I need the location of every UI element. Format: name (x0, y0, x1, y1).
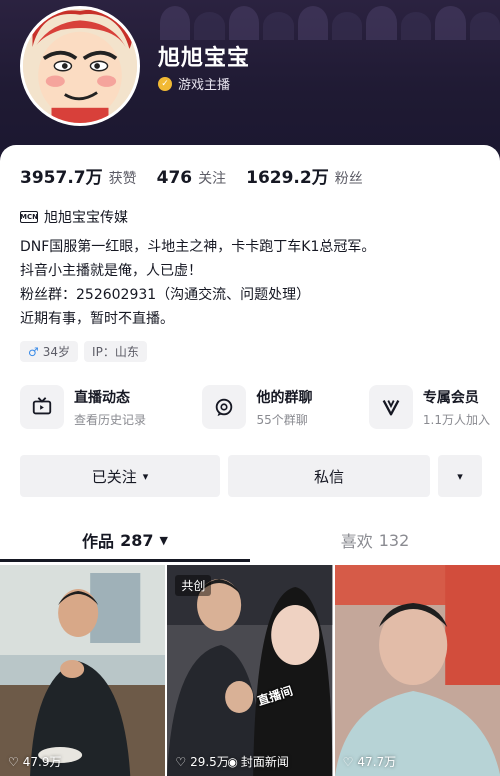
feature-live-history[interactable]: 直播动态 查看历史记录 (20, 385, 146, 429)
caret-down-icon: ▾ (457, 469, 463, 483)
bio-line: 粉丝群：252602931（沟通交流、问题处理） (20, 287, 311, 303)
feature-membership[interactable]: 专属会员 1.1万人加入 (368, 385, 490, 429)
verified-check-icon: ✓ (158, 76, 172, 91)
stats-row: 3957.7万 获赞 476 关注 1629.2万 粉丝 (20, 163, 363, 188)
heart-icon: ♡ (8, 754, 19, 769)
watermark-text: 封面新闻 (240, 755, 289, 769)
followed-button[interactable]: 已关注 ▾ (20, 455, 220, 497)
video-likes-count: 47.9万 (22, 755, 62, 769)
caret-down-icon: ▾ (142, 469, 149, 483)
weibo-logo-icon: ◉ (227, 754, 238, 769)
video-cover-image (167, 565, 333, 776)
video-grid: ♡ 47.9万 共创 直播间 ♡ 29.5万 ◉ 封面新闻 ♡ 47.7万 (0, 565, 500, 776)
feature-title: 他的群聊 (256, 389, 313, 406)
tab-works-count: 287 (120, 530, 154, 550)
tab-likes[interactable]: 喜欢 132 (250, 517, 500, 563)
chat-icon (202, 385, 247, 429)
video-likes: ♡ 47.9万 (8, 753, 62, 770)
stat-likes[interactable]: 3957.7万 获赞 (20, 163, 137, 188)
feature-title: 直播动态 (74, 389, 130, 406)
stat-following[interactable]: 476 关注 (157, 168, 227, 188)
stat-likes-label: 获赞 (108, 171, 137, 187)
feature-subtitle: 1.1万人加入 (422, 412, 490, 427)
video-likes: ♡ 47.7万 (343, 753, 397, 770)
bio: DNF国服第一红眼，斗地主之神，卡卡跑丁车K1总冠军。 抖音小主播就是俺，人已虚… (20, 235, 375, 331)
feature-subtitle: 55个群聊 (256, 412, 308, 427)
heart-icon: ♡ (175, 754, 187, 769)
video-likes: ♡ 29.5万 (175, 753, 229, 770)
action-buttons: 已关注 ▾ 私信 ▾ (20, 455, 482, 497)
heart-icon: ♡ (342, 754, 354, 769)
message-button[interactable]: 私信 (228, 455, 430, 497)
tag-ip: IP：山东 (84, 341, 147, 362)
video-cover-image (0, 565, 166, 776)
stat-following-value: 476 (156, 168, 193, 188)
v-member-icon (368, 385, 413, 429)
stat-followers-value: 1629.2万 (246, 168, 329, 188)
bio-line: 抖音小主播就是俺，人已虚！ (20, 263, 202, 279)
video-thumbnail[interactable]: 共创 直播间 ♡ 29.5万 ◉ 封面新闻 (167, 565, 333, 776)
tag-age: ♂ 34岁 (20, 341, 79, 362)
feature-row: 直播动态 查看历史记录 他的群聊 55个群聊 专属会员 1.1万人加入 (20, 385, 490, 429)
tab-likes-count: 132 (378, 530, 410, 550)
avatar[interactable] (20, 6, 140, 126)
tab-likes-label: 喜欢 (340, 532, 373, 551)
bio-line: DNF国服第一红眼，斗地主之神，卡卡跑丁车K1总冠军。 (20, 239, 376, 255)
age-label: 34岁 (42, 345, 71, 359)
stat-followers-label: 粉丝 (334, 171, 363, 187)
ip-label: IP：山东 (92, 345, 139, 359)
video-thumbnail[interactable]: ♡ 47.9万 (0, 565, 166, 776)
tab-works[interactable]: 作品 287 ▼ (0, 517, 250, 563)
profile-card: 3957.7万 获赞 476 关注 1629.2万 粉丝 MCN 旭旭宝宝传媒 … (0, 145, 500, 776)
stat-likes-value: 3957.7万 (20, 168, 103, 188)
caret-down-icon: ▼ (159, 533, 168, 547)
active-tab-indicator (0, 559, 250, 562)
feature-subtitle: 查看历史记录 (74, 412, 147, 427)
profile-nickname: 旭旭宝宝 (158, 46, 251, 71)
watermark: ◉ 封面新闻 (227, 753, 289, 770)
feature-group-chats[interactable]: 他的群聊 55个群聊 (202, 385, 312, 429)
video-likes-count: 29.5万 (190, 755, 229, 769)
feature-title: 专属会员 (422, 389, 479, 406)
content-tabs: 作品 287 ▼ 喜欢 132 (0, 517, 500, 563)
mcn-icon: MCN (20, 211, 38, 223)
avatar-cartoon-image (23, 9, 137, 123)
male-icon: ♂ (28, 344, 39, 359)
mcn-row[interactable]: MCN 旭旭宝宝传媒 (20, 207, 128, 227)
profile-tags: ♂ 34岁 IP：山东 (20, 341, 147, 362)
verify-badge: ✓ 游戏主播 (158, 74, 230, 93)
more-options-button[interactable]: ▾ (438, 455, 482, 497)
bio-line: 近期有事，暂时不直播。 (20, 311, 174, 327)
mcn-name: 旭旭宝宝传媒 (44, 210, 128, 226)
message-button-label: 私信 (313, 467, 344, 486)
stat-followers[interactable]: 1629.2万 粉丝 (246, 163, 363, 188)
header-background-crowd (160, 0, 500, 40)
video-thumbnail[interactable]: ♡ 47.7万 (334, 565, 500, 776)
tab-works-label: 作品 (82, 532, 115, 551)
verify-label: 游戏主播 (178, 78, 231, 93)
video-likes-count: 47.7万 (357, 755, 397, 769)
stat-following-label: 关注 (198, 171, 227, 187)
followed-button-label: 已关注 (91, 467, 137, 486)
tv-icon (20, 385, 64, 429)
video-cover-image (334, 565, 500, 776)
co-create-badge: 共创 (175, 575, 212, 596)
